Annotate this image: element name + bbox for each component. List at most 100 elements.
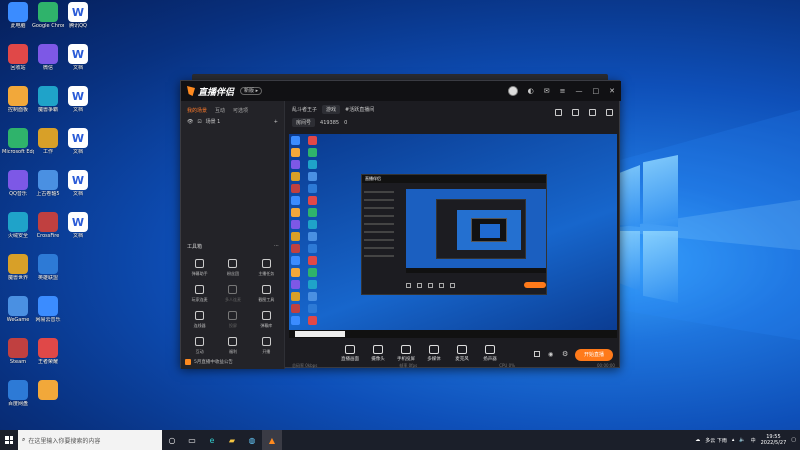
tool-item[interactable]: 互动 <box>183 337 216 355</box>
desktop-icon[interactable]: Google Chrome <box>32 2 64 29</box>
desktop-icon[interactable]: 微信 <box>32 44 64 71</box>
camera-icon[interactable] <box>534 351 540 357</box>
weather-icon[interactable]: ☁ <box>695 437 700 443</box>
bottom-tool-label: 扬声器 <box>483 357 497 362</box>
desktop-icon[interactable]: CrossFire <box>32 212 64 239</box>
bottom-tool[interactable]: 直播画面 <box>336 345 364 362</box>
message-icon[interactable]: ✉ <box>544 87 550 96</box>
live-companion-taskbar-icon[interactable]: ▲ <box>262 430 282 450</box>
ime-indicator[interactable]: 中 <box>751 437 756 444</box>
desktop-icon[interactable]: Steam <box>2 338 34 365</box>
bottom-tool[interactable]: 扬声器 <box>476 345 504 362</box>
steam-icon[interactable]: ◍ <box>242 430 262 450</box>
bottom-tool[interactable]: 摄像头 <box>364 345 392 362</box>
desktop-icon[interactable]: W 文档 <box>62 170 94 197</box>
eye-toggle-icon[interactable]: ◉ <box>548 351 553 358</box>
eye-icon[interactable]: 👁 <box>187 119 193 125</box>
add-scene-icon[interactable]: + <box>274 119 278 125</box>
desktop-icon[interactable]: 此电脑 <box>2 2 34 29</box>
close-icon[interactable]: ✕ <box>609 87 615 96</box>
live-preview[interactable]: 直播伴侣 <box>289 134 617 338</box>
desktop-icon-label: 上古卷轴5 <box>36 191 60 197</box>
volume-icon[interactable]: 🔈 <box>739 437 745 443</box>
network-icon[interactable]: ▴ <box>732 437 735 443</box>
category-tag[interactable]: 游戏 <box>322 105 341 114</box>
edge-icon[interactable]: e <box>202 430 222 450</box>
tool-item[interactable]: 玩家连麦 <box>183 285 216 303</box>
search-icon: ⌕ <box>22 436 26 443</box>
tool-item[interactable]: 开播 <box>250 337 283 355</box>
desktop-icon[interactable]: 回收站 <box>2 44 34 71</box>
tool-icon <box>261 259 271 268</box>
start-button[interactable] <box>0 430 18 450</box>
desktop-icon[interactable]: WeGame <box>2 296 34 323</box>
desktop-icon[interactable]: QQ音乐 <box>2 170 34 197</box>
tool-item[interactable]: 连线器 <box>183 311 216 329</box>
desktop-icon[interactable]: 百度网盘 <box>2 380 34 407</box>
tool-item[interactable]: 弹幕助手 <box>183 259 216 277</box>
explorer-icon[interactable]: ▰ <box>222 430 242 450</box>
tool-item[interactable]: 主播任务 <box>250 259 283 277</box>
gift-icon[interactable] <box>555 109 562 116</box>
desktop-icon[interactable]: 英雄联盟 <box>32 254 64 281</box>
desktop-icon[interactable]: W 文档 <box>62 86 94 113</box>
search-box[interactable]: ⌕ 在这里输入你要搜索的内容 <box>18 430 162 450</box>
more-icon[interactable]: ⋯ <box>274 243 279 250</box>
multitask-icon[interactable]: ▭ <box>182 430 202 450</box>
notice-bar[interactable]: 5月直播中收益公告 <box>185 359 281 365</box>
tool-item[interactable]: 粉丝团 <box>216 259 249 277</box>
share-icon[interactable] <box>606 109 613 116</box>
bottom-tool-label: 麦克风 <box>455 357 469 362</box>
desktop-icon[interactable]: 王者荣耀 <box>32 338 64 365</box>
tool-item[interactable]: 福利 <box>216 337 249 355</box>
hot-tag[interactable]: #活跃直播间 <box>345 106 374 113</box>
nested-title: 直播伴侣 <box>362 175 546 183</box>
app-icon <box>38 338 58 358</box>
bottom-tool[interactable]: 多媒体 <box>420 345 448 362</box>
bottom-tool[interactable]: 麦克风 <box>448 345 476 362</box>
scene-item[interactable]: 👁 ⊡ 场景 1 + <box>181 114 284 129</box>
minimize-icon[interactable]: — <box>576 87 583 96</box>
desktop-icon[interactable]: W 文档 <box>62 212 94 239</box>
bottom-tool-label: 手机投屏 <box>397 357 415 362</box>
preview-desktop-icon <box>291 232 300 241</box>
skin-icon[interactable]: ◐ <box>528 87 534 96</box>
bell-icon[interactable] <box>589 109 596 116</box>
task-view-icon[interactable]: ○ <box>162 430 182 450</box>
avatar[interactable] <box>507 86 518 96</box>
desktop-icon[interactable]: 工作 <box>32 128 64 155</box>
desktop-icon[interactable]: 上古卷轴5 <box>32 170 64 197</box>
tool-item[interactable]: 投屏 <box>216 311 249 329</box>
desktop-icon[interactable]: 控制面板 <box>2 86 34 113</box>
desktop-icon[interactable]: 火绒安全 <box>2 212 34 239</box>
desktop-icon[interactable] <box>32 380 64 401</box>
desktop-icon[interactable]: W 腾讯QQ <box>62 2 94 29</box>
lock-icon[interactable]: ⊡ <box>197 119 201 125</box>
maximize-icon[interactable]: □ <box>593 87 600 96</box>
desktop-icon[interactable]: 魔兽世界 <box>2 254 34 281</box>
desktop-icon[interactable]: W 文档 <box>62 128 94 155</box>
bottom-tool[interactable]: 手机投屏 <box>392 345 420 362</box>
tool-item[interactable]: 截图工具 <box>250 285 283 303</box>
desktop-icon[interactable]: W 文档 <box>62 44 94 71</box>
chat-icon[interactable] <box>572 109 579 116</box>
tab-1[interactable]: 互动 <box>215 107 225 114</box>
start-live-button[interactable]: 开始直播 <box>575 349 613 361</box>
clock[interactable]: 19:55 2022/5/27 <box>761 434 787 446</box>
desktop-icon[interactable]: 网易云音乐 <box>32 296 64 323</box>
notification-icon[interactable]: ▢ <box>791 437 796 443</box>
gear-icon[interactable]: ⚙ <box>562 350 568 358</box>
weather-text[interactable]: 多云 下雨 <box>705 437 727 444</box>
status-item: CPU 0% <box>499 363 515 368</box>
tab-2[interactable]: 可选项 <box>233 107 248 114</box>
settings-icon[interactable]: ≡ <box>560 87 566 96</box>
desktop-icon[interactable]: Microsoft Edge <box>2 128 34 155</box>
desktop-icon-label: 文档 <box>72 65 83 71</box>
preview-desktop-icon <box>291 148 300 157</box>
version-badge[interactable]: 新版 ▸ <box>240 87 263 95</box>
desktop-icon[interactable]: 魔兽争霸 <box>32 86 64 113</box>
tab-0[interactable]: 我的场景 <box>187 107 207 114</box>
tool-item[interactable]: 弹幕库 <box>250 311 283 329</box>
status-item: 帧率 0fps <box>399 363 418 368</box>
tool-item[interactable]: 多人连麦 <box>216 285 249 303</box>
